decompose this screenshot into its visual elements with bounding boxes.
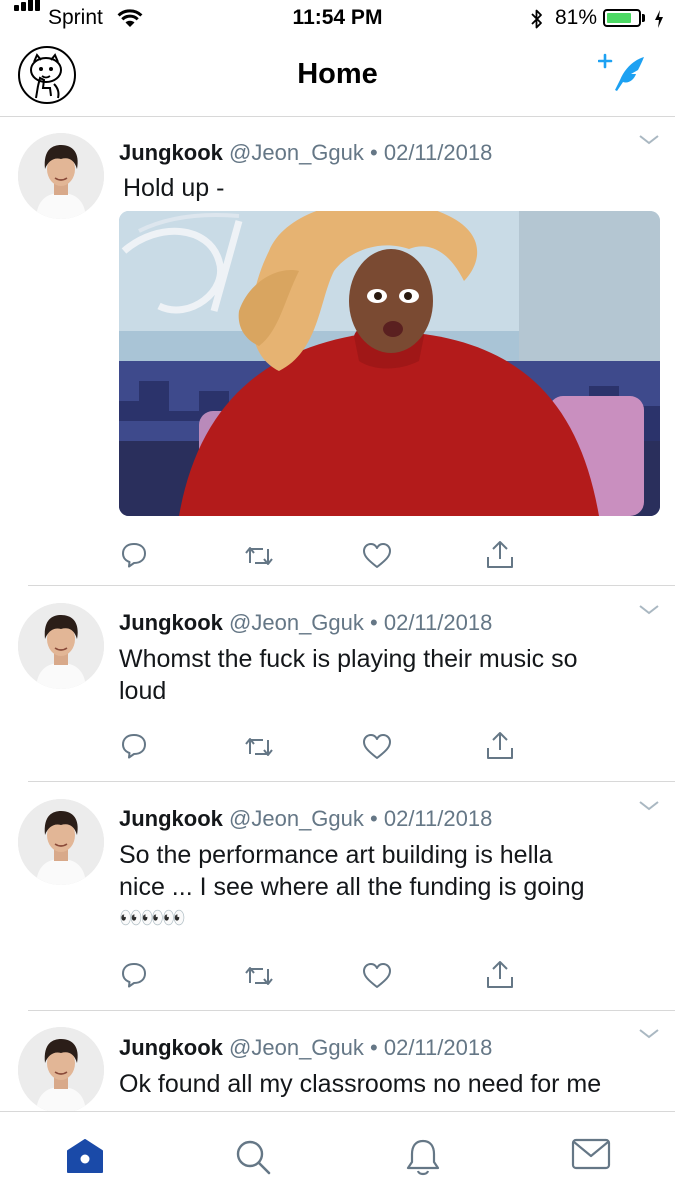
charging-icon xyxy=(655,10,663,28)
reply-icon[interactable] xyxy=(120,732,148,760)
retweet-icon[interactable] xyxy=(243,734,275,760)
tweet-text-line: So the performance art building is hella xyxy=(119,841,553,869)
bottom-tab-bar xyxy=(0,1111,675,1201)
search-tab[interactable] xyxy=(234,1138,272,1176)
tweet[interactable]: Jungkook @Jeon_Gguk • 02/11/2018 Whomst … xyxy=(0,586,675,782)
tweet-text: So the performance art building is hella… xyxy=(119,839,659,935)
like-icon[interactable] xyxy=(362,542,392,570)
compose-tweet-icon[interactable] xyxy=(598,52,650,94)
tweet[interactable]: Jungkook @Jeon_Gguk • 02/11/2018 So the … xyxy=(0,782,675,1011)
separator-dot: • xyxy=(370,610,378,635)
battery-icon xyxy=(603,9,641,27)
like-icon[interactable] xyxy=(362,962,392,990)
tweet-text: Whomst the fuck is playing their music s… xyxy=(119,643,659,707)
separator-dot: • xyxy=(370,806,378,831)
timeline-feed[interactable]: Jungkook @Jeon_Gguk • 02/11/2018 Hold up… xyxy=(0,117,675,1111)
reply-icon[interactable] xyxy=(120,961,148,989)
share-icon[interactable] xyxy=(484,959,516,991)
author-name[interactable]: Jungkook xyxy=(119,610,223,635)
tweet-text-line: nice ... I see where all the funding is … xyxy=(119,873,585,901)
author-avatar[interactable] xyxy=(18,133,104,219)
tweet-date: 02/11/2018 xyxy=(383,610,493,635)
eyes-emoji: 👀👀👀 xyxy=(119,908,186,929)
chevron-down-icon[interactable] xyxy=(638,1028,660,1040)
author-handle[interactable]: @Jeon_Gguk xyxy=(229,610,364,635)
tweet-text: Ok found all my classrooms no need for m… xyxy=(119,1068,659,1100)
author-name[interactable]: Jungkook xyxy=(119,140,223,165)
chevron-down-icon[interactable] xyxy=(638,800,660,812)
tweet-date: 02/11/2018 xyxy=(383,140,493,165)
tweet-meta: Jungkook @Jeon_Gguk • 02/11/2018 xyxy=(119,140,492,166)
retweet-icon[interactable] xyxy=(243,963,275,989)
bluetooth-icon xyxy=(531,9,542,29)
author-name[interactable]: Jungkook xyxy=(119,806,223,831)
author-name[interactable]: Jungkook xyxy=(119,1035,223,1060)
reply-icon[interactable] xyxy=(120,541,148,569)
messages-tab[interactable] xyxy=(571,1138,611,1170)
tweet-text-line: Ok found all my classrooms no need for m… xyxy=(119,1070,602,1098)
tweet-text-line: Whomst the fuck is playing their music s… xyxy=(119,645,578,673)
retweet-icon[interactable] xyxy=(243,543,275,569)
tweet-meta: Jungkook @Jeon_Gguk • 02/11/2018 xyxy=(119,610,492,636)
share-icon[interactable] xyxy=(484,539,516,571)
page-title: Home xyxy=(297,58,378,90)
author-handle[interactable]: @Jeon_Gguk xyxy=(229,140,364,165)
author-handle[interactable]: @Jeon_Gguk xyxy=(229,806,364,831)
tweet-meta: Jungkook @Jeon_Gguk • 02/11/2018 xyxy=(119,1035,492,1061)
like-icon[interactable] xyxy=(362,733,392,761)
notifications-tab[interactable] xyxy=(405,1138,441,1178)
tweet-date: 02/11/2018 xyxy=(383,1035,493,1060)
battery-percentage: 81% xyxy=(555,6,598,29)
tweet-text-line: loud xyxy=(119,677,167,705)
tweet-media-image[interactable] xyxy=(119,211,660,516)
chevron-down-icon[interactable] xyxy=(638,604,660,616)
status-bar: Sprint 11:54 PM 81% xyxy=(0,0,675,38)
author-avatar[interactable] xyxy=(18,1027,104,1111)
tweet-meta: Jungkook @Jeon_Gguk • 02/11/2018 xyxy=(119,806,492,832)
tweet-text: Hold up - xyxy=(123,174,225,202)
tweet[interactable]: Jungkook @Jeon_Gguk • 02/11/2018 Ok foun… xyxy=(0,1011,675,1111)
top-header: Home xyxy=(0,38,675,117)
share-icon[interactable] xyxy=(484,730,516,762)
separator-dot: • xyxy=(370,1035,378,1060)
home-tab[interactable] xyxy=(66,1138,104,1174)
author-handle[interactable]: @Jeon_Gguk xyxy=(229,1035,364,1060)
battery-tip xyxy=(642,14,645,22)
separator-dot: • xyxy=(370,140,378,165)
tweet-date: 02/11/2018 xyxy=(383,806,493,831)
chevron-down-icon[interactable] xyxy=(638,134,660,146)
author-avatar[interactable] xyxy=(18,799,104,885)
tweet[interactable]: Jungkook @Jeon_Gguk • 02/11/2018 Hold up… xyxy=(0,117,675,586)
author-avatar[interactable] xyxy=(18,603,104,689)
